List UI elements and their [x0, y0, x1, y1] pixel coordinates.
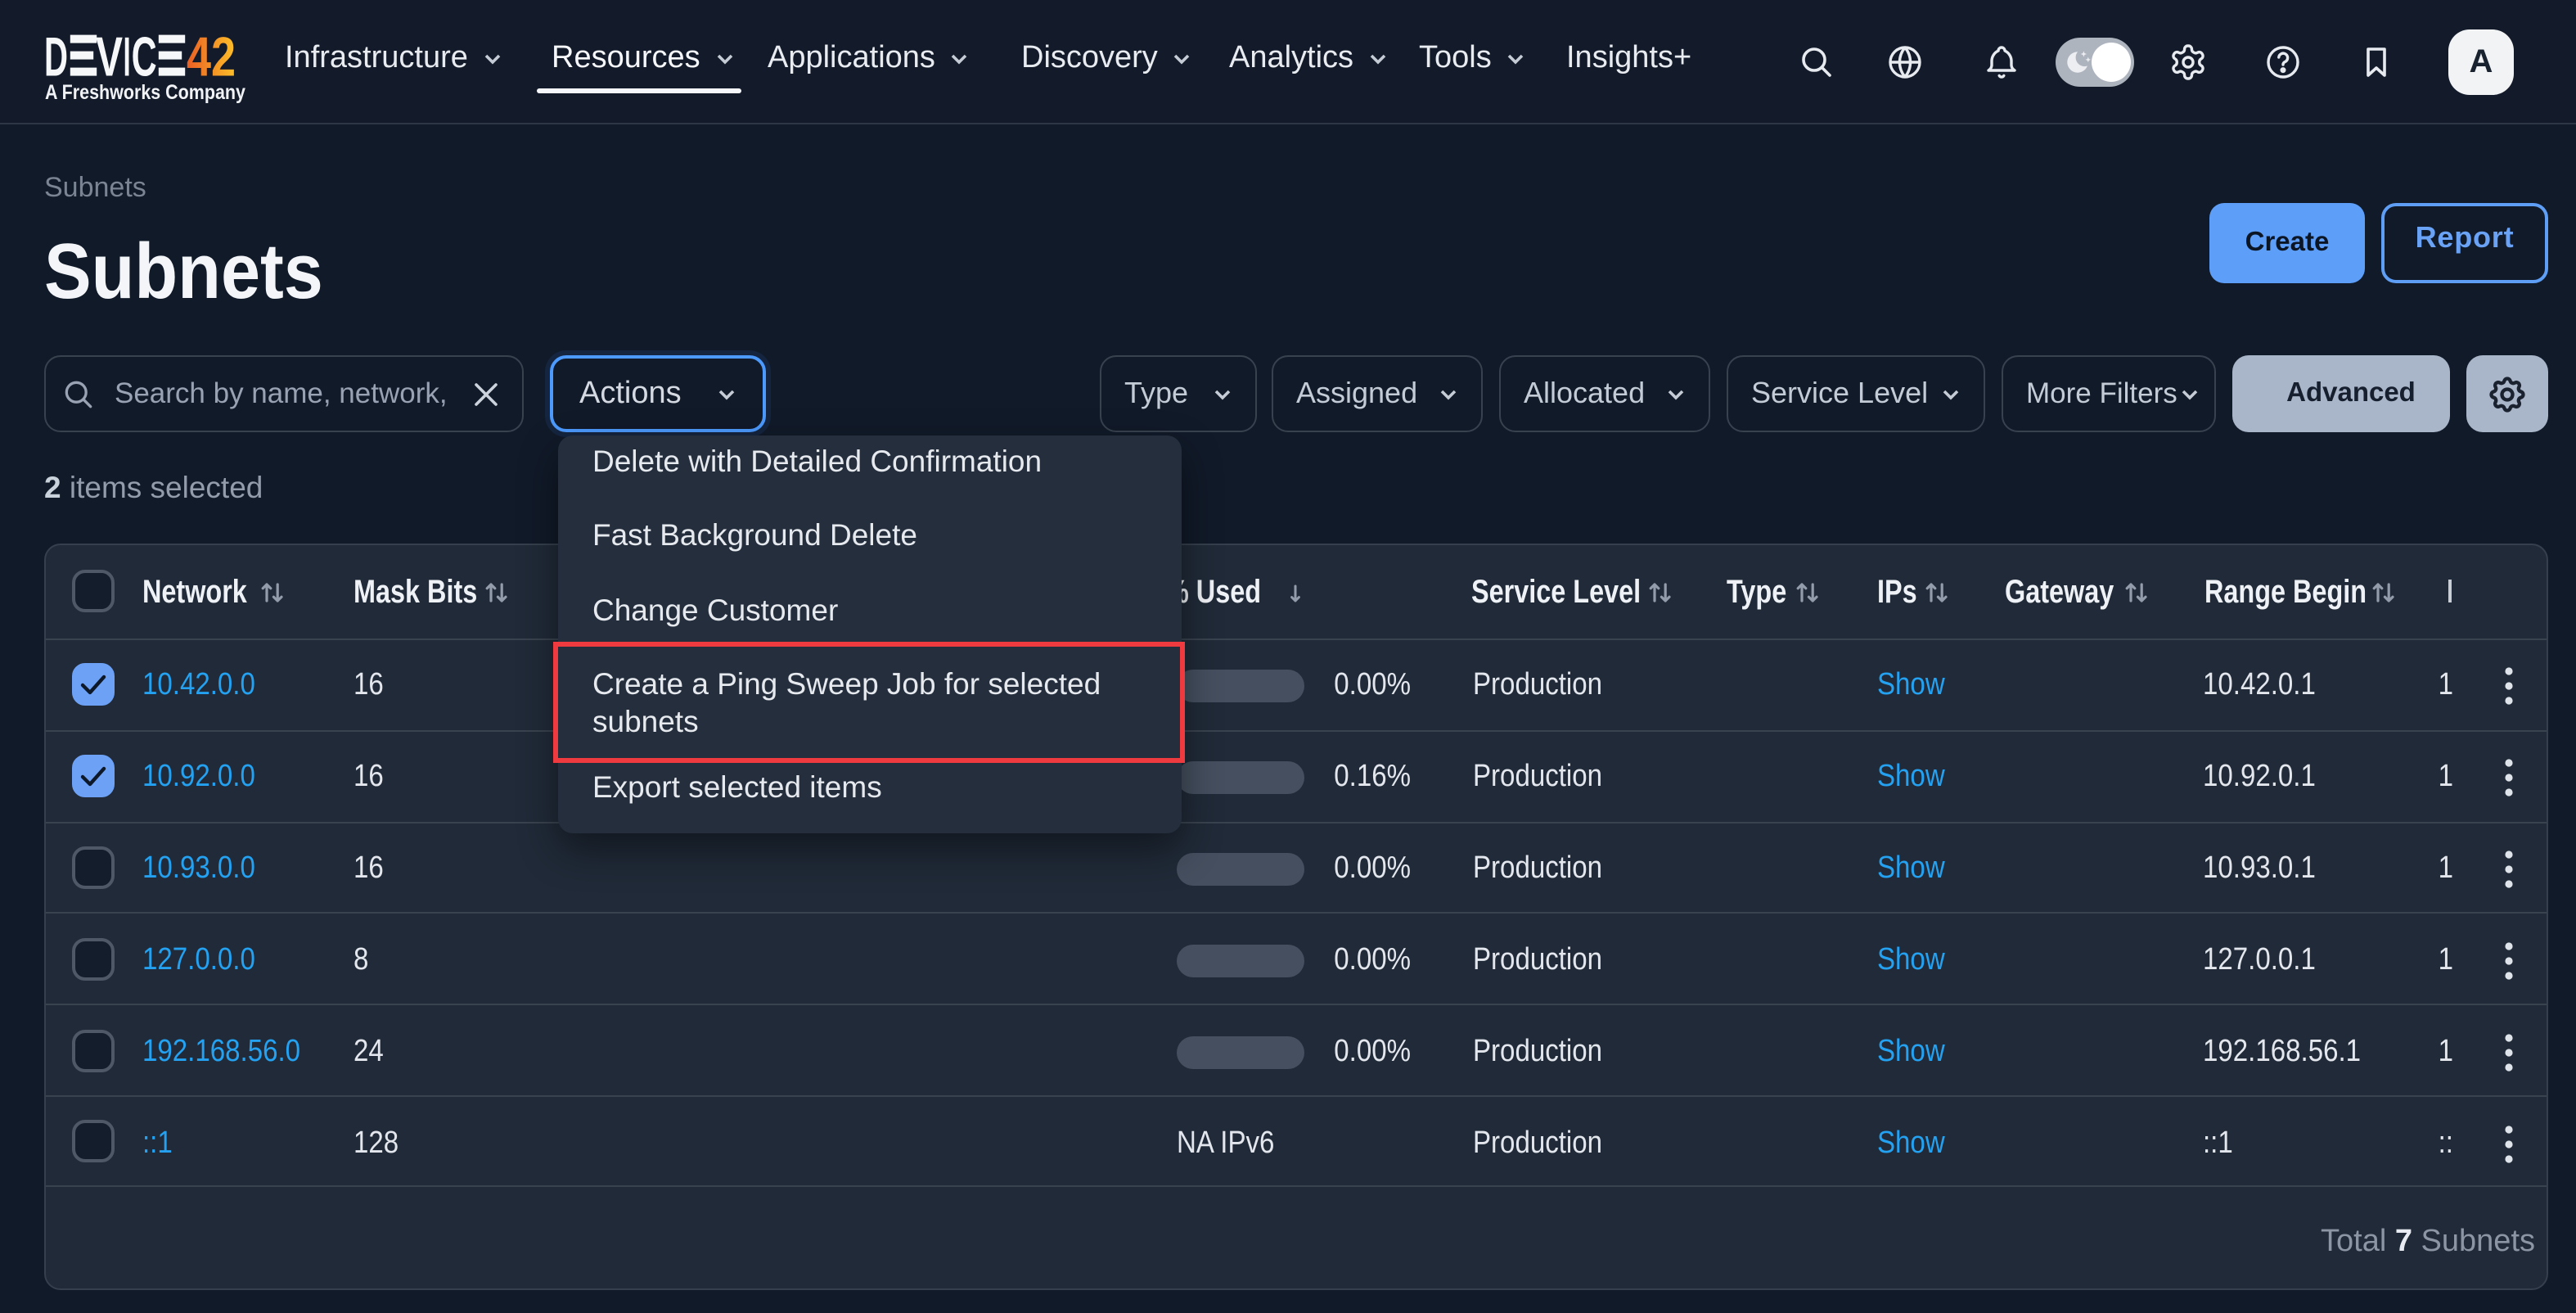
svg-text:42: 42 [187, 26, 236, 88]
svg-text:D: D [44, 26, 68, 88]
svg-text:C: C [132, 26, 157, 88]
svg-text:A Freshworks Company: A Freshworks Company [45, 82, 245, 104]
svg-text:I: I [124, 26, 131, 88]
svg-text:V: V [96, 26, 123, 88]
